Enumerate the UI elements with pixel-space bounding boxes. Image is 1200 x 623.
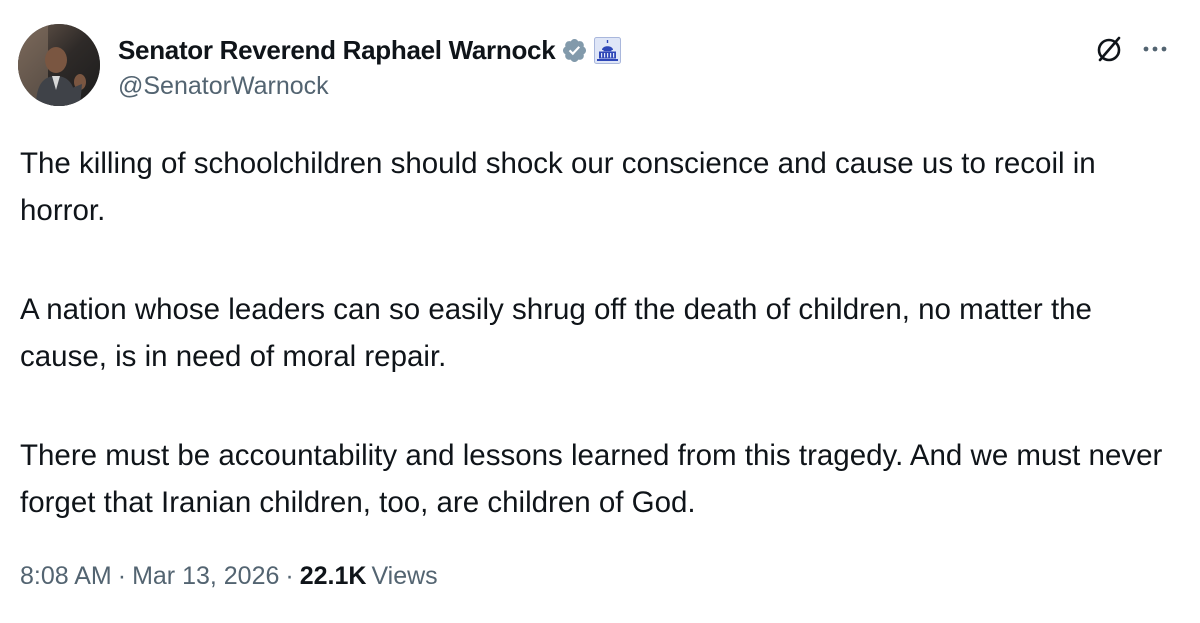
tweet-date[interactable]: Mar 13, 2026	[132, 562, 279, 590]
tweet-card: Senator Reverend Raphael Warnock @Senato…	[0, 0, 1200, 623]
tweet-header: Senator Reverend Raphael Warnock @Senato…	[18, 24, 1172, 108]
views-label: Views	[371, 562, 438, 590]
name-row: Senator Reverend Raphael Warnock	[118, 32, 622, 68]
more-icon[interactable]	[1138, 32, 1172, 66]
tweet-time[interactable]: 8:08 AM	[20, 562, 112, 590]
tweet-meta: 8:08 AM · Mar 13, 2026 · 22.1K Views	[20, 562, 438, 591]
meta-separator: ·	[285, 562, 294, 590]
meta-separator: ·	[117, 562, 127, 590]
tweet-actions	[1092, 32, 1172, 66]
author-names: Senator Reverend Raphael Warnock @Senato…	[118, 32, 622, 101]
display-name[interactable]: Senator Reverend Raphael Warnock	[118, 35, 556, 66]
tweet-paragraph: The killing of schoolchildren should sho…	[20, 147, 1096, 227]
tweet-paragraph: A nation whose leaders can so easily shr…	[20, 293, 1092, 373]
tweet-paragraph: There must be accountability and lessons…	[20, 439, 1163, 519]
author-handle[interactable]: @SenatorWarnock	[118, 72, 621, 101]
avatar[interactable]	[18, 24, 100, 106]
tweet-text: The killing of schoolchildren should sho…	[20, 140, 1170, 578]
capitol-icon[interactable]	[594, 36, 622, 64]
verified-badge-icon[interactable]	[561, 37, 588, 64]
views-count: 22.1K	[299, 562, 367, 590]
grok-icon[interactable]	[1092, 32, 1126, 66]
